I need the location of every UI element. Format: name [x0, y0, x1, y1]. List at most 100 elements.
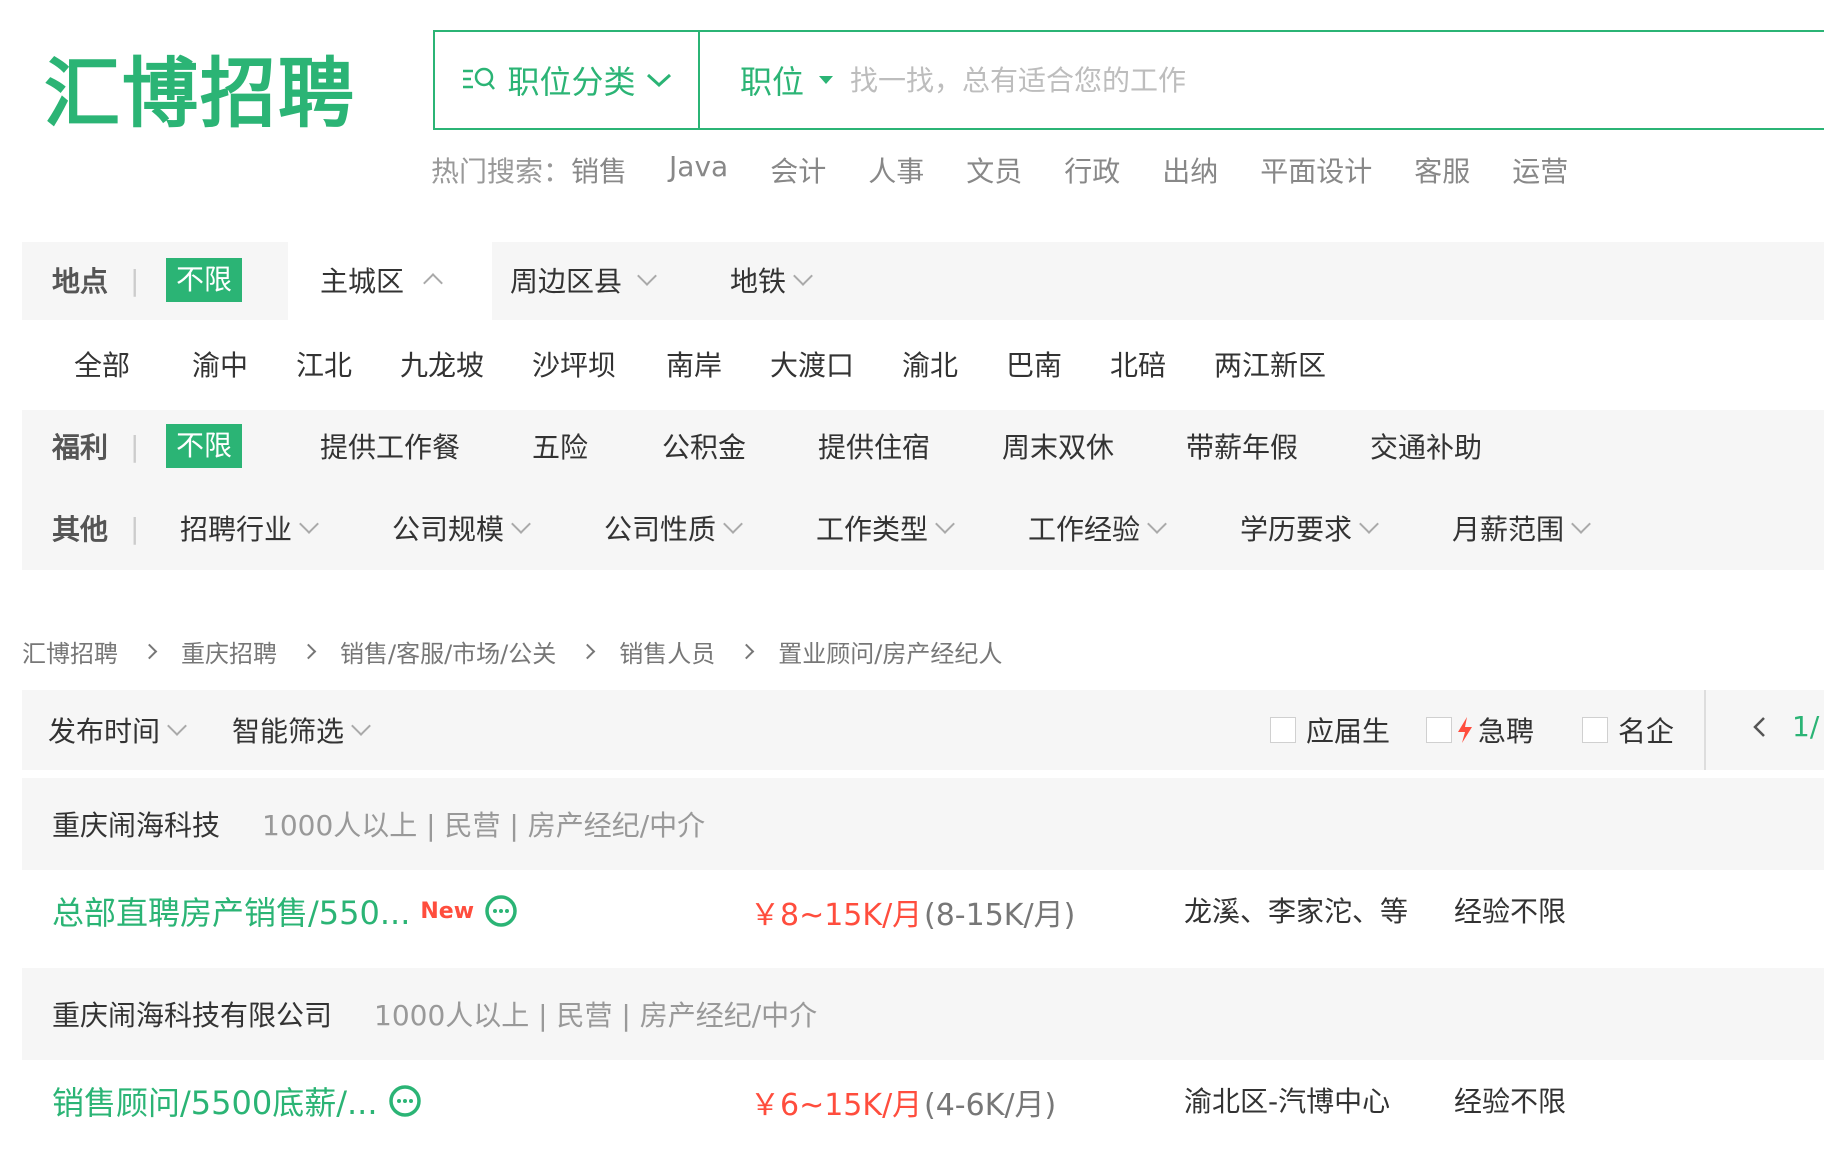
hot-search-label: 热门搜索： [431, 155, 572, 188]
filter-label: 公司性质 [604, 513, 717, 546]
benefit-item[interactable]: 五险 [532, 426, 588, 466]
famous-company-checkbox[interactable]: 名企 [1582, 710, 1674, 750]
district-item[interactable]: 沙坪坝 [532, 344, 616, 384]
benefit-item[interactable]: 周末双休 [1002, 426, 1114, 466]
other-filter-experience[interactable]: 工作经验 [1028, 508, 1167, 548]
company-name[interactable]: 重庆闹海科技 [52, 804, 220, 844]
breadcrumb: 汇博招聘 重庆招聘 销售/客服/市场/公关 销售人员 置业顾问/房产经纪人 [22, 634, 1002, 669]
sort-bar: 发布时间 智能筛选 应届生 急聘 名企 1/ [22, 690, 1824, 770]
checkbox-box[interactable] [1270, 717, 1296, 743]
district-item[interactable]: 全部 [74, 344, 130, 384]
district-item[interactable]: 巴南 [1006, 344, 1062, 384]
search-type-select[interactable]: 职位 [740, 57, 834, 103]
tab-surrounding-counties[interactable]: 周边区县 [510, 260, 657, 300]
hot-search-item[interactable]: 会计 [770, 150, 826, 190]
publish-time-dropdown[interactable]: 发布时间 [48, 710, 187, 750]
smart-filter-dropdown[interactable]: 智能筛选 [232, 710, 371, 750]
search-input[interactable] [850, 63, 1551, 97]
chevron-down-icon [511, 514, 531, 534]
chevron-down-icon [935, 514, 955, 534]
search-type-label: 职位 [740, 63, 805, 101]
tab-subway[interactable]: 地铁 [730, 260, 813, 300]
benefit-item[interactable]: 带薪年假 [1186, 426, 1298, 466]
benefit-item[interactable]: 公积金 [662, 426, 746, 466]
job-experience: 经验不限 [1454, 895, 1567, 928]
breadcrumb-item[interactable]: 销售人员 [619, 634, 715, 669]
job-card[interactable]: 重庆闹海科技有限公司 1000人以上 | 民营 | 房产经纪/中介 销售顾问/5… [22, 968, 1824, 1162]
district-item[interactable]: 南岸 [666, 344, 722, 384]
pager: 1/ [1752, 710, 1819, 743]
other-label: 其他 [52, 513, 109, 546]
breadcrumb-item[interactable]: 汇博招聘 [22, 634, 118, 669]
dropdown-label: 智能筛选 [232, 715, 345, 748]
district-item[interactable]: 渝中 [192, 344, 248, 384]
job-location: 龙溪、李家沱、等 [1184, 895, 1409, 928]
district-item[interactable]: 九龙坡 [400, 344, 484, 384]
chevron-down-icon [723, 514, 743, 534]
salary: ￥8~15K/月 [750, 898, 923, 933]
chevron-down-icon [1147, 514, 1167, 534]
other-filter-industry[interactable]: 招聘行业 [180, 508, 319, 548]
checkbox-box[interactable] [1582, 717, 1608, 743]
district-item[interactable]: 大渡口 [770, 344, 854, 384]
benefit-item[interactable]: 提供工作餐 [320, 426, 460, 466]
checkbox-label: 名企 [1618, 715, 1675, 748]
hot-search-item[interactable]: 行政 [1064, 150, 1120, 190]
job-category-button[interactable]: 职位分类 [435, 32, 700, 128]
dropdown-label: 发布时间 [48, 715, 161, 748]
breadcrumb-item[interactable]: 重庆招聘 [181, 634, 277, 669]
hot-search-item[interactable]: 平面设计 [1260, 150, 1372, 190]
job-card[interactable]: 重庆闹海科技 1000人以上 | 民营 | 房产经纪/中介 总部直聘房产销售/5… [22, 778, 1824, 950]
district-item[interactable]: 江北 [296, 344, 352, 384]
tab-main-district[interactable]: 主城区 [320, 260, 443, 300]
benefits-all-tag[interactable]: 不限 [166, 424, 243, 468]
tab-label: 主城区 [320, 265, 405, 298]
other-filter-job-type[interactable]: 工作类型 [816, 508, 955, 548]
company-name[interactable]: 重庆闹海科技有限公司 [52, 994, 332, 1034]
hot-search-item[interactable]: 销售 [571, 150, 627, 190]
site-logo[interactable]: 汇博招聘 [44, 56, 356, 132]
job-experience: 经验不限 [1454, 1085, 1567, 1118]
job-category-label: 职位分类 [507, 63, 636, 101]
filter-label: 工作经验 [1028, 513, 1141, 546]
hot-search-item[interactable]: 文员 [966, 150, 1022, 190]
location-all-tag[interactable]: 不限 [166, 258, 243, 302]
job-title-link[interactable]: 总部直聘房产销售/550... New [52, 888, 518, 934]
hot-search-item[interactable]: 人事 [868, 150, 924, 190]
district-item[interactable]: 渝北 [902, 344, 958, 384]
hot-search-item[interactable]: 运营 [1512, 150, 1568, 190]
checkbox-box[interactable] [1426, 717, 1452, 743]
divider: | [130, 511, 140, 545]
benefit-item[interactable]: 提供住宿 [818, 426, 930, 466]
other-filter-salary[interactable]: 月薪范围 [1452, 508, 1591, 548]
district-item[interactable]: 两江新区 [1214, 344, 1326, 384]
chevron-down-icon [167, 716, 187, 736]
other-filter-education[interactable]: 学历要求 [1240, 508, 1379, 548]
chevron-down-icon [1359, 514, 1379, 534]
benefit-item[interactable]: 交通补助 [1370, 426, 1482, 466]
filter-label: 月薪范围 [1452, 513, 1565, 546]
hot-search-item[interactable]: 出纳 [1162, 150, 1218, 190]
urgent-checkbox[interactable]: 急聘 [1426, 710, 1534, 750]
chevron-right-icon [738, 643, 755, 660]
breadcrumb-item[interactable]: 置业顾问/房产经纪人 [778, 634, 1002, 669]
chevron-right-icon [579, 643, 596, 660]
district-item[interactable]: 北碚 [1110, 344, 1166, 384]
hot-search-item[interactable]: 客服 [1414, 150, 1470, 190]
other-filter-company-size[interactable]: 公司规模 [392, 508, 531, 548]
chevron-left-icon[interactable] [1752, 716, 1766, 738]
other-filter-company-type[interactable]: 公司性质 [604, 508, 743, 548]
breadcrumb-item[interactable]: 销售/客服/市场/公关 [340, 634, 556, 669]
chevron-down-icon [1571, 514, 1591, 534]
job-company-row: 重庆闹海科技有限公司 1000人以上 | 民营 | 房产经纪/中介 [22, 968, 1824, 1060]
chat-icon[interactable] [484, 894, 518, 928]
benefits-filter-row: 福利 | 不限 提供工作餐 五险 公积金 提供住宿 周末双休 带薪年假 交通补助 [22, 424, 1824, 468]
hot-search-item[interactable]: Java [669, 150, 728, 190]
graduate-checkbox[interactable]: 应届生 [1270, 710, 1390, 750]
job-title-link[interactable]: 销售顾问/5500底薪/... [52, 1078, 422, 1124]
salary-range: (4-6K/月) [924, 1088, 1057, 1123]
chevron-down-icon [299, 514, 319, 534]
chat-icon[interactable] [388, 1084, 422, 1118]
company-meta: 1000人以上 | 民营 | 房产经纪/中介 [374, 999, 818, 1032]
category-search-icon [463, 67, 496, 90]
